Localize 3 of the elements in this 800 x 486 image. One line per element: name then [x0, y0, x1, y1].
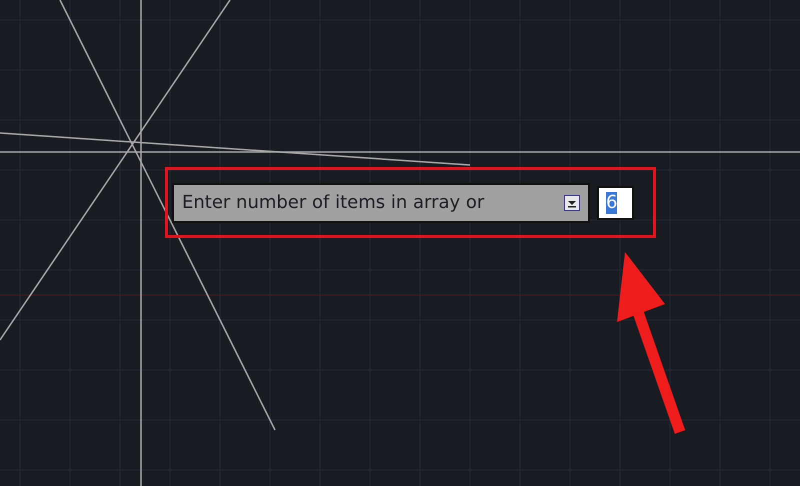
- input-field[interactable]: 6: [597, 186, 634, 220]
- prompt-text: Enter number of items in array or: [182, 192, 484, 213]
- dropdown-icon[interactable]: [564, 194, 580, 210]
